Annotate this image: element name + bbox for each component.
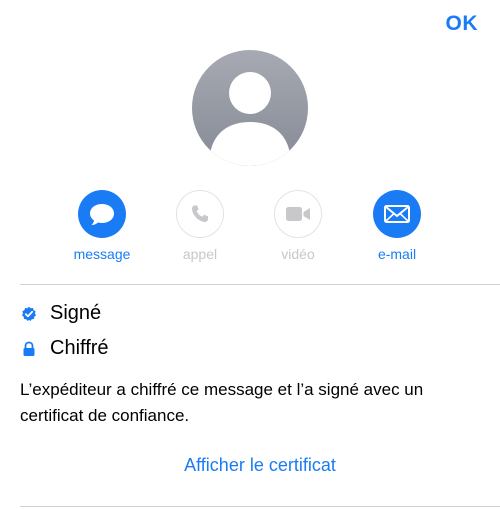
ok-button[interactable]: OK	[446, 12, 479, 36]
message-action[interactable]: message	[62, 190, 142, 262]
video-label: vidéo	[281, 246, 315, 262]
signed-label: Signé	[50, 302, 102, 324]
lock-icon	[20, 340, 38, 358]
call-label: appel	[182, 246, 218, 262]
video-camera-icon	[286, 207, 310, 221]
call-action[interactable]: appel	[160, 190, 240, 262]
view-certificate-link[interactable]: Afficher le certificat	[0, 455, 500, 476]
email-action[interactable]: e-mail	[357, 190, 437, 262]
person-silhouette-icon	[192, 50, 308, 166]
divider	[20, 506, 500, 507]
video-action[interactable]: vidéo	[258, 190, 338, 262]
phone-icon	[192, 205, 208, 222]
encrypted-status: Chiffré	[20, 337, 109, 360]
encrypted-label: Chiffré	[50, 337, 109, 359]
envelope-icon	[384, 205, 410, 223]
contact-security-sheet: OK message appel vidéo e-mail Signé Chif…	[0, 0, 500, 509]
verified-check-icon	[20, 305, 38, 323]
security-description: L’expéditeur a chiffré ce message et l’a…	[20, 380, 424, 425]
message-label: message	[73, 246, 131, 262]
action-bar: message appel vidéo e-mail	[0, 190, 500, 270]
contact-avatar	[192, 50, 308, 166]
video-button[interactable]	[274, 190, 322, 238]
call-button[interactable]	[176, 190, 224, 238]
signed-status: Signé	[20, 302, 101, 325]
message-button[interactable]	[78, 190, 126, 238]
email-label: e-mail	[377, 246, 417, 262]
message-bubble-icon	[90, 204, 114, 225]
divider	[20, 284, 500, 285]
email-button[interactable]	[373, 190, 421, 238]
